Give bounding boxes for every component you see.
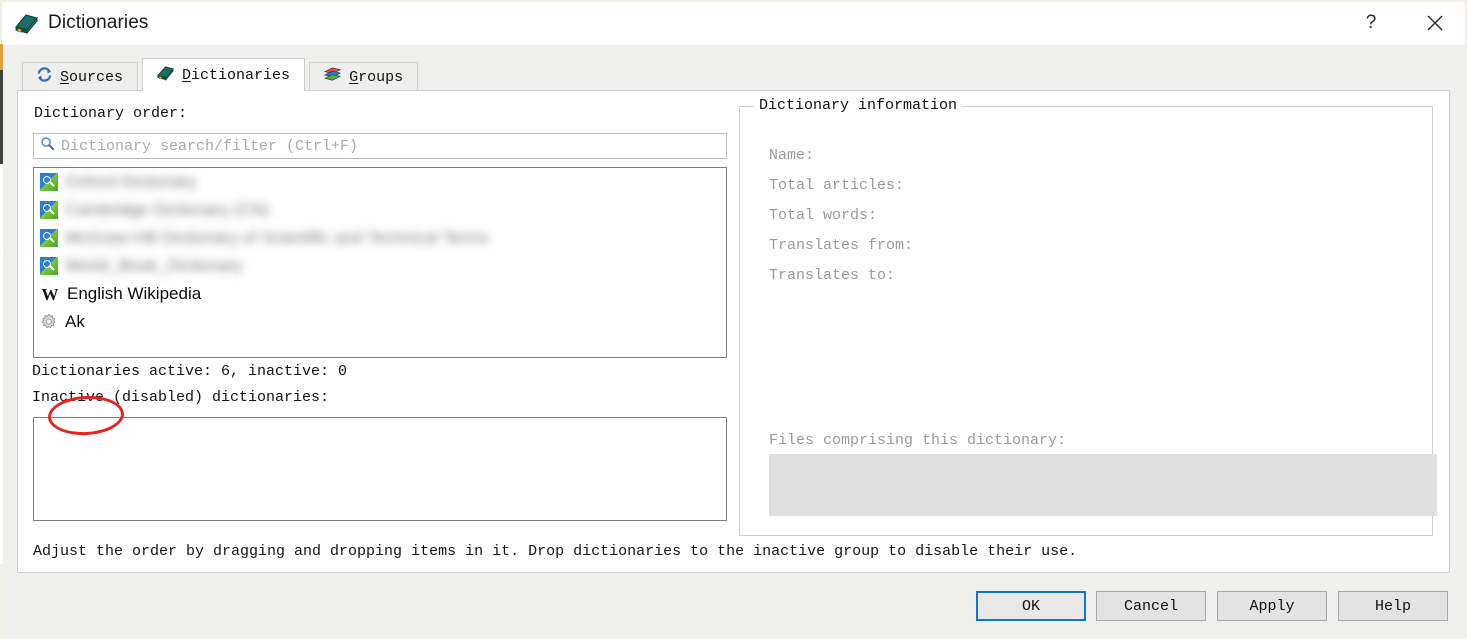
files-comprising-label: Files comprising this dictionary:: [769, 432, 1067, 449]
dictionary-icon: [40, 229, 58, 247]
info-row-total-articles: Total articles:: [769, 177, 905, 194]
dictionary-order-label: Dictionary order:: [34, 105, 188, 122]
list-item-label: Ak: [65, 312, 85, 331]
tab-dictionaries[interactable]: Dictionaries: [142, 58, 306, 91]
refresh-icon: [36, 66, 53, 88]
help-button[interactable]: Help: [1338, 591, 1448, 621]
tab-strip: Sources Dictionaries Groups: [0, 45, 1467, 91]
dictionary-order-list[interactable]: Oxford Dictionary Cambridge Dictionary (…: [33, 167, 727, 358]
gear-icon: [40, 313, 58, 331]
dictionary-icon: [40, 257, 58, 275]
list-item[interactable]: Oxford Dictionary: [34, 168, 726, 196]
info-row-translates-to: Translates to:: [769, 267, 896, 284]
dictionaries-panel: Dictionary order: Dictionary search/filt…: [17, 90, 1450, 573]
list-item-label: Oxford Dictionary: [65, 172, 197, 191]
books-stack-icon: [323, 66, 342, 88]
window-edge-artifact: [0, 44, 3, 564]
apply-button[interactable]: Apply: [1217, 591, 1327, 621]
list-item[interactable]: Cambridge Dictionary (CN): [34, 196, 726, 224]
close-icon[interactable]: [1403, 0, 1467, 45]
title-bar: Dictionaries ?: [0, 0, 1467, 45]
info-row-translates-from: Translates from:: [769, 237, 914, 254]
book-icon: [156, 64, 175, 86]
files-comprising-field: [769, 454, 1437, 516]
tab-groups[interactable]: Groups: [309, 62, 419, 91]
dialog-footer: OK Cancel Apply Help: [0, 580, 1467, 630]
dictionary-icon: [40, 201, 58, 219]
window-title: Dictionaries: [48, 11, 149, 33]
info-row-total-words: Total words:: [769, 207, 878, 224]
tab-sources-label: Sources: [60, 68, 124, 86]
info-row-name: Name:: [769, 147, 815, 164]
list-item[interactable]: McGraw-Hill Dictionary of Scientific and…: [34, 224, 726, 252]
title-bar-buttons: ?: [1339, 0, 1467, 45]
wikipedia-icon: W: [41, 284, 59, 304]
list-item-label: World_Book_Dictionary: [65, 256, 243, 275]
help-titlebar-button[interactable]: ?: [1339, 0, 1403, 45]
list-item-label: English Wikipedia: [67, 284, 202, 303]
search-placeholder: Dictionary search/filter (Ctrl+F): [61, 137, 359, 155]
search-icon: [40, 136, 55, 156]
list-item[interactable]: World_Book_Dictionary: [34, 252, 726, 280]
tab-groups-label: Groups: [349, 68, 404, 86]
book-icon: [13, 11, 39, 35]
cancel-button[interactable]: Cancel: [1096, 591, 1206, 621]
list-item[interactable]: W English Wikipedia: [34, 280, 726, 308]
inactive-dictionaries-label: Inactive (disabled) dictionaries:: [32, 389, 330, 406]
hint-text: Adjust the order by dragging and droppin…: [33, 543, 1078, 560]
list-item-label: Cambridge Dictionary (CN): [65, 200, 270, 219]
tab-dictionaries-label: Dictionaries: [182, 66, 291, 84]
dictionary-information-group: Dictionary information Name: Total artic…: [739, 97, 1437, 536]
inactive-dictionaries-list[interactable]: [33, 417, 727, 521]
group-title: Dictionary information: [754, 97, 963, 114]
dictionary-info-fields: Name: Total articles: Total words: Trans…: [769, 141, 913, 291]
list-item[interactable]: Ak: [34, 308, 726, 336]
list-item-label: McGraw-Hill Dictionary of Scientific and…: [65, 228, 489, 247]
status-text: Dictionaries active: 6, inactive: 0: [32, 363, 348, 380]
ok-button[interactable]: OK: [976, 591, 1086, 621]
dictionary-icon: [40, 173, 58, 191]
search-input[interactable]: Dictionary search/filter (Ctrl+F): [33, 133, 727, 159]
tab-sources[interactable]: Sources: [22, 62, 139, 91]
